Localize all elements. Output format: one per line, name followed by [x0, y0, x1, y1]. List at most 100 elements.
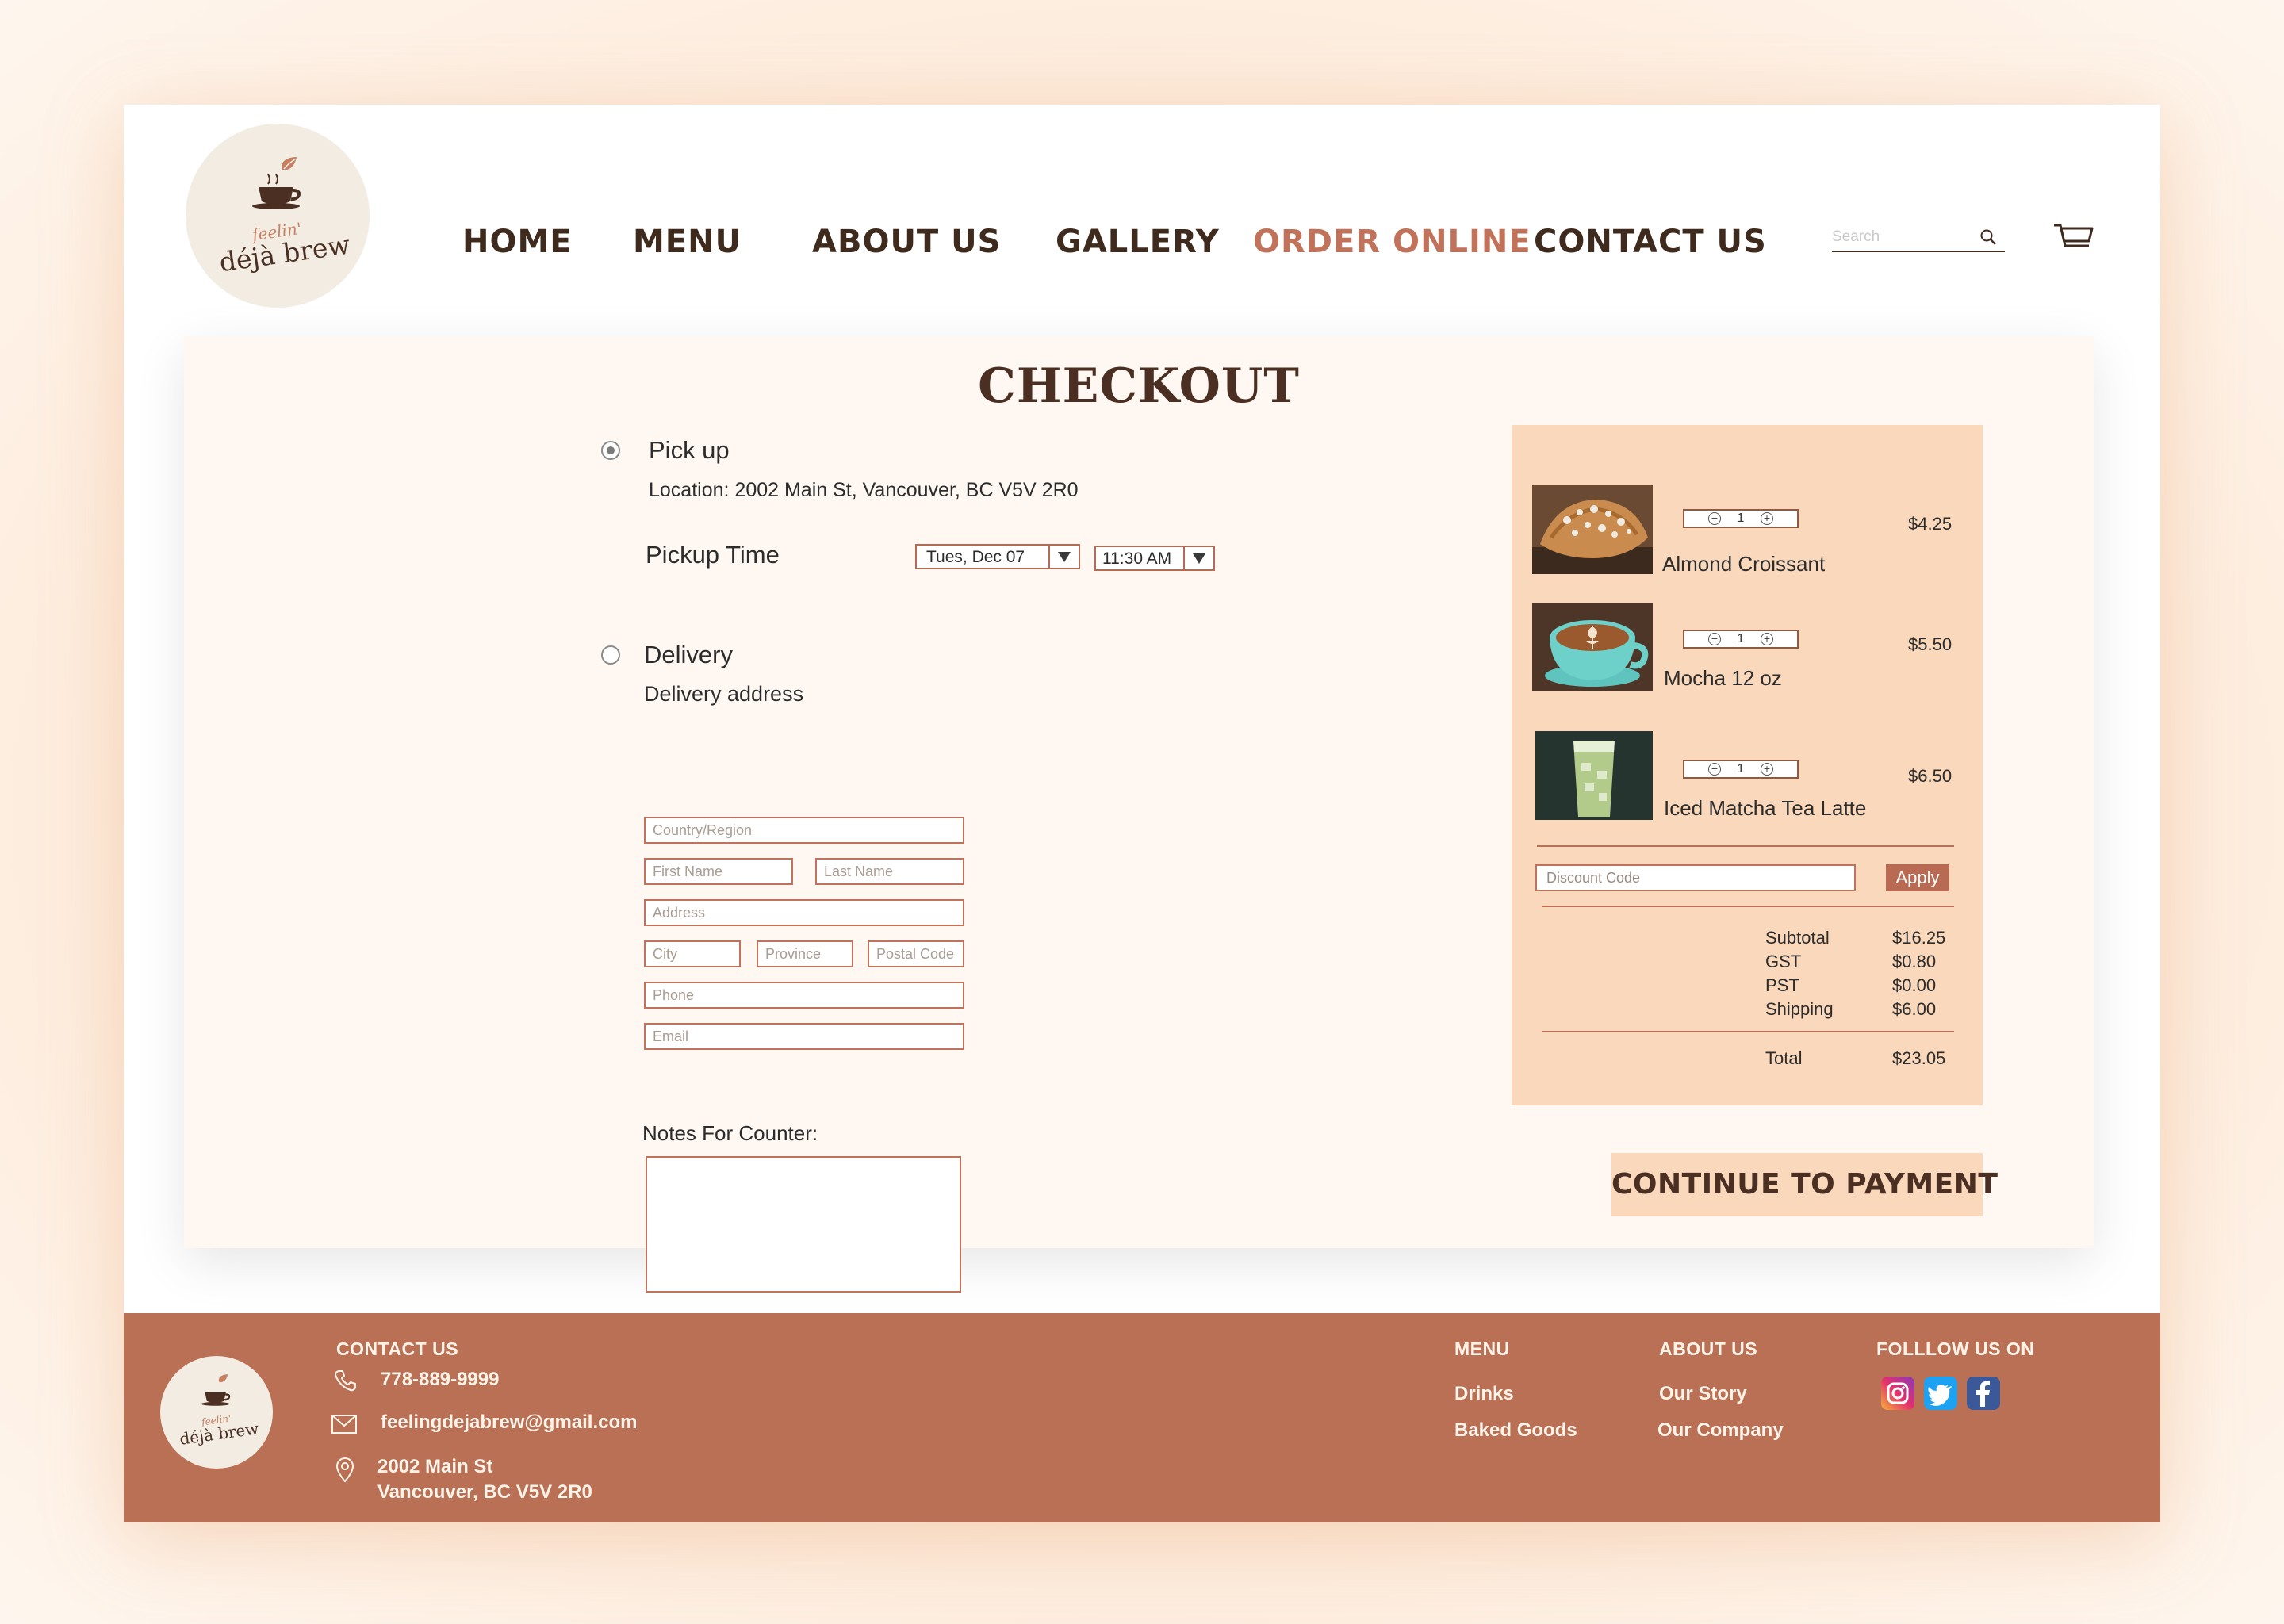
plus-icon[interactable]: +	[1761, 512, 1773, 525]
pickup-time-select[interactable]: 11:30 AM	[1094, 546, 1215, 571]
pickup-location: Location: 2002 Main St, Vancouver, BC V5…	[649, 479, 1079, 501]
delivery-radio[interactable]	[601, 645, 620, 665]
divider	[1542, 906, 1954, 907]
checkout-panel: CHECKOUT Pick up Location: 2002 Main St,…	[184, 336, 2094, 1293]
item-name: Iced Matcha Tea Latte	[1664, 796, 1867, 820]
footer-link-drinks[interactable]: Drinks	[1454, 1383, 1514, 1405]
quantity-value: 1	[1737, 762, 1745, 776]
total-value: $23.05	[1892, 1048, 1946, 1068]
pickup-label: Pick up	[649, 436, 730, 464]
notes-field	[646, 1156, 961, 1293]
footer-link-our-story[interactable]: Our Story	[1659, 1383, 1747, 1405]
search-icon[interactable]	[1979, 228, 1997, 246]
first-name-field	[644, 858, 793, 885]
last-name-input[interactable]	[817, 860, 963, 883]
postal-code-input[interactable]	[869, 942, 963, 966]
totals-value: $6.00	[1892, 999, 1937, 1019]
city-input[interactable]	[646, 942, 739, 966]
province-field	[757, 940, 853, 967]
footer-logo[interactable]: feelin' déjà brew	[160, 1356, 273, 1469]
totals-value: $16.25	[1892, 928, 1946, 948]
notes-textarea[interactable]	[647, 1158, 960, 1291]
address-field	[644, 899, 964, 926]
pickup-time-value: 11:30 AM	[1102, 550, 1172, 568]
twitter-icon[interactable]	[1924, 1377, 1957, 1410]
item-name: Almond Croissant	[1662, 552, 1826, 576]
totals-label: PST	[1765, 975, 1799, 995]
footer-phone[interactable]: 778-889-9999	[381, 1369, 499, 1391]
search-box	[1832, 225, 2005, 252]
nav-menu[interactable]: MENU	[633, 224, 742, 260]
first-name-input[interactable]	[646, 860, 791, 883]
quantity-stepper: −1 +	[1683, 630, 1799, 649]
order-summary: −1 + $4.25 Almond Croissant −1 + $5.50 Mocha 12…	[1512, 425, 1983, 1105]
footer-contact-heading: CONTACT US	[336, 1339, 459, 1359]
header-logo[interactable]: feelin' déjà brew	[186, 124, 370, 308]
totals-label: GST	[1765, 952, 1802, 971]
apply-button[interactable]: Apply	[1886, 864, 1949, 891]
search-input[interactable]	[1832, 225, 1975, 249]
delivery-address-label: Delivery address	[644, 682, 804, 706]
pickup-radio[interactable]	[601, 441, 620, 460]
nav-gallery[interactable]: GALLERY	[1056, 224, 1220, 260]
nav-home[interactable]: HOME	[462, 224, 573, 260]
iced-matcha-tea-latte-image	[1535, 731, 1653, 820]
nav-order-online[interactable]: ORDER ONLINE	[1253, 224, 1531, 260]
delivery-label: Delivery	[644, 641, 733, 668]
footer-link-baked-goods[interactable]: Baked Goods	[1454, 1419, 1577, 1442]
logo-wordmark: déjà brew	[178, 1419, 260, 1449]
dropdown-arrow-icon	[1048, 546, 1079, 568]
email-field	[644, 1023, 964, 1050]
totals-value: $0.00	[1892, 975, 1937, 995]
instagram-icon[interactable]	[1881, 1377, 1914, 1410]
quantity-value: 1	[1737, 632, 1745, 645]
footer-email[interactable]: feelingdejabrew@gmail.com	[381, 1411, 637, 1434]
notes-label: Notes For Counter:	[642, 1121, 818, 1145]
divider	[1537, 845, 1954, 847]
discount-field	[1535, 864, 1856, 891]
country-field	[644, 817, 964, 844]
address-input[interactable]	[646, 901, 963, 925]
item-price: $6.50	[1908, 766, 1953, 786]
total-label: Total	[1765, 1048, 1803, 1068]
city-field	[644, 940, 741, 967]
quantity-stepper: −1 +	[1683, 509, 1799, 528]
quantity-stepper: −1 +	[1683, 760, 1799, 779]
item-name: Mocha 12 oz	[1664, 666, 1782, 690]
item-price: $4.25	[1908, 514, 1953, 534]
totals-label: Subtotal	[1765, 928, 1830, 948]
email-input[interactable]	[646, 1025, 963, 1048]
footer-follow-heading: FOLLLOW US ON	[1876, 1339, 2035, 1359]
coffee-cup-icon	[201, 1374, 231, 1406]
page-title: CHECKOUT	[978, 358, 1300, 414]
divider	[1542, 1031, 1954, 1032]
province-input[interactable]	[758, 942, 852, 966]
phone-input[interactable]	[646, 983, 963, 1007]
dropdown-arrow-icon	[1183, 547, 1213, 569]
cart-icon[interactable]	[2052, 222, 2095, 254]
item-price: $5.50	[1908, 634, 1953, 654]
postal-code-field	[868, 940, 964, 967]
footer-link-our-company[interactable]: Our Company	[1657, 1419, 1784, 1442]
footer-about-heading: ABOUT US	[1659, 1339, 1758, 1359]
totals-value: $0.80	[1892, 952, 1937, 971]
phone-icon	[335, 1370, 356, 1392]
pickup-date-value: Tues, Dec 07	[926, 548, 1025, 566]
discount-code-input[interactable]	[1537, 866, 1854, 890]
country-input[interactable]	[646, 818, 963, 842]
page-frame: feelin' déjà brew HOME MENU ABOUT US GAL…	[124, 105, 2160, 1522]
nav-about-us[interactable]: ABOUT US	[812, 224, 1001, 260]
quantity-value: 1	[1737, 511, 1745, 525]
nav-contact-us[interactable]: CONTACT US	[1534, 224, 1767, 260]
last-name-field	[815, 858, 964, 885]
pickup-time-label: Pickup Time	[646, 541, 780, 569]
plus-icon[interactable]: +	[1761, 763, 1773, 776]
facebook-icon[interactable]	[1967, 1377, 2000, 1410]
mocha-image	[1532, 603, 1653, 691]
footer: feelin' déjà brew CONTACT US 778-889-9999 fe…	[124, 1313, 2160, 1522]
continue-to-payment-button[interactable]: CONTINUE TO PAYMENT	[1611, 1153, 1998, 1216]
footer-address-line2: Vancouver, BC V5V 2R0	[377, 1481, 592, 1503]
pickup-date-select[interactable]: Tues, Dec 07	[915, 544, 1080, 569]
plus-icon[interactable]: +	[1761, 633, 1773, 645]
phone-field	[644, 982, 964, 1009]
